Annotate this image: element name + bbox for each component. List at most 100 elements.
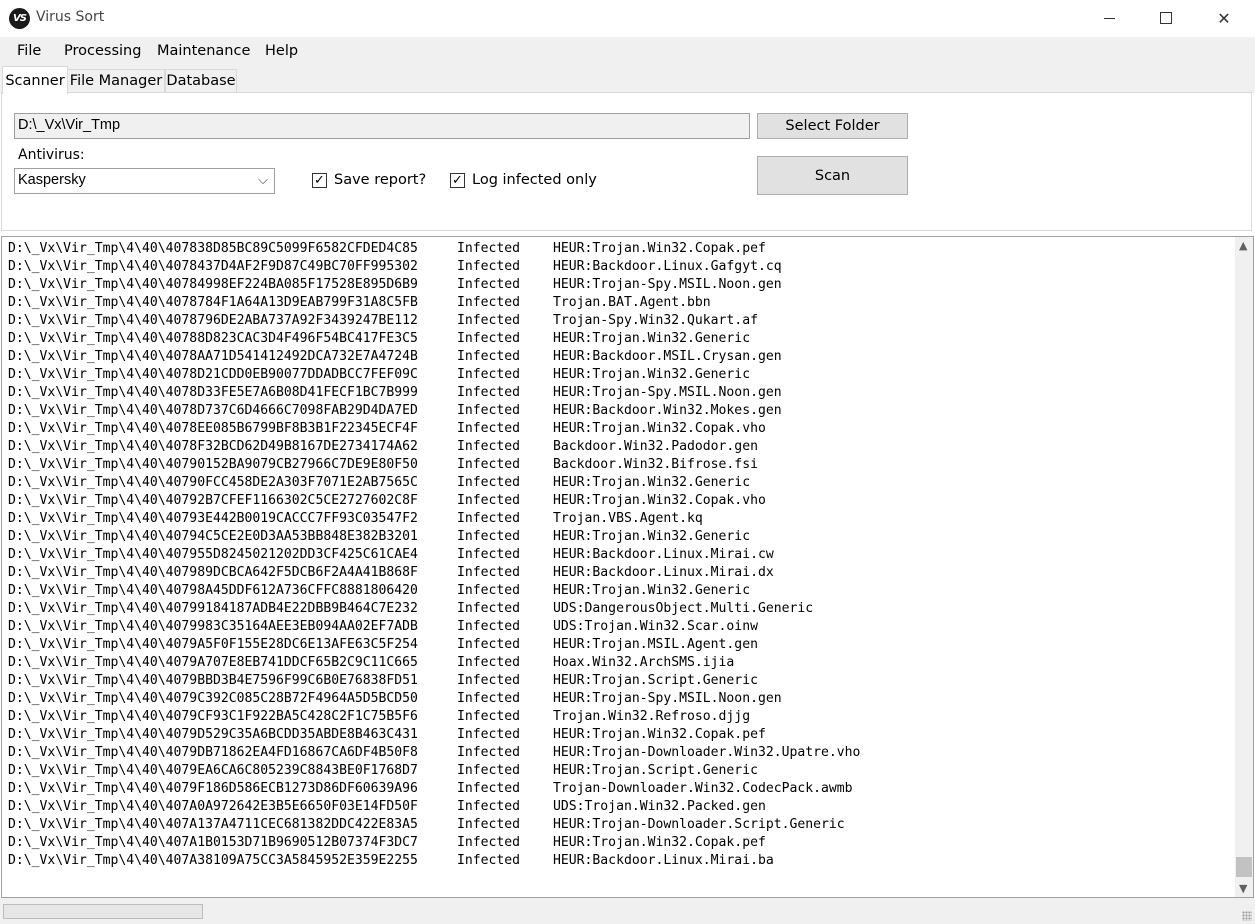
result-threat: HEUR:Trojan.MSIL.Agent.gen: [553, 637, 758, 652]
result-status: Infected: [457, 259, 521, 274]
folder-path-input[interactable]: D:\_Vx\Vir_Tmp: [14, 113, 750, 139]
result-threat: Trojan.VBS.Agent.kq: [553, 511, 703, 526]
menu-file[interactable]: File: [17, 43, 41, 59]
minimize-button[interactable]: [1086, 0, 1132, 36]
result-threat: Backdoor.Win32.Padodor.gen: [553, 439, 758, 454]
result-status: Infected: [457, 277, 521, 292]
result-status: Infected: [457, 493, 521, 508]
result-path: D:\_Vx\Vir_Tmp\4\40\407A137A4711CEC68138…: [8, 817, 418, 832]
result-path: D:\_Vx\Vir_Tmp\4\40\40788D823CAC3D4F496F…: [8, 331, 418, 346]
vertical-scrollbar[interactable]: ▲ ▼: [1235, 237, 1253, 897]
result-path: D:\_Vx\Vir_Tmp\4\40\40790FCC458DE2A303F7…: [8, 475, 418, 490]
result-path: D:\_Vx\Vir_Tmp\4\40\40793E442B0019CACCC7…: [8, 511, 418, 526]
result-status: Infected: [457, 403, 521, 418]
result-path: D:\_Vx\Vir_Tmp\4\40\4079BBD3B4E7596F99C6…: [8, 673, 418, 688]
result-threat: HEUR:Backdoor.Linux.Mirai.cw: [553, 547, 774, 562]
result-path: D:\_Vx\Vir_Tmp\4\40\4078AA71D541412492DC…: [8, 349, 418, 364]
result-path: D:\_Vx\Vir_Tmp\4\40\407A1B0153D71B969051…: [8, 835, 418, 850]
tab-database[interactable]: Database: [165, 69, 237, 92]
result-path: D:\_Vx\Vir_Tmp\4\40\4079D529C35A6BCDD35A…: [8, 727, 418, 742]
result-path: D:\_Vx\Vir_Tmp\4\40\40798A45DDF612A736CF…: [8, 583, 418, 598]
result-path: D:\_Vx\Vir_Tmp\4\40\4079DB71862EA4FD1686…: [8, 745, 418, 760]
result-status: Infected: [457, 853, 521, 868]
app-logo-icon: VS: [9, 8, 30, 29]
scan-button[interactable]: Scan: [757, 156, 908, 195]
result-path: D:\_Vx\Vir_Tmp\4\40\4079A5F0F155E28DC6E1…: [8, 637, 418, 652]
result-threat: HEUR:Trojan.Script.Generic: [553, 763, 758, 778]
result-status: Infected: [457, 745, 521, 760]
result-status: Infected: [457, 313, 521, 328]
save-report-label[interactable]: Save report?: [334, 172, 426, 188]
tab-scanner[interactable]: Scanner: [2, 66, 68, 94]
result-path: D:\_Vx\Vir_Tmp\4\40\4078EE085B6799BF8B3B…: [8, 421, 418, 436]
result-path: D:\_Vx\Vir_Tmp\4\40\4078796DE2ABA737A92F…: [8, 313, 418, 328]
result-status: Infected: [457, 421, 521, 436]
result-status: Infected: [457, 673, 521, 688]
result-status: Infected: [457, 691, 521, 706]
result-path: D:\_Vx\Vir_Tmp\4\40\4079EA6CA6C805239C88…: [8, 763, 418, 778]
result-status: Infected: [457, 817, 521, 832]
result-threat: HEUR:Trojan.Win32.Copak.vho: [553, 421, 766, 436]
result-path: D:\_Vx\Vir_Tmp\4\40\4078D21CDD0EB90077DD…: [8, 367, 418, 382]
result-path: D:\_Vx\Vir_Tmp\4\40\4078437D4AF2F9D87C49…: [8, 259, 418, 274]
maximize-icon: [1160, 12, 1172, 24]
result-threat: HEUR:Trojan-Spy.MSIL.Noon.gen: [553, 385, 782, 400]
result-status: Infected: [457, 655, 521, 670]
result-path: D:\_Vx\Vir_Tmp\4\40\40784998EF224BA085F1…: [8, 277, 418, 292]
result-status: Infected: [457, 601, 521, 616]
result-path: D:\_Vx\Vir_Tmp\4\40\40790152BA9079CB2796…: [8, 457, 418, 472]
save-report-checkbox[interactable]: ✓: [312, 173, 327, 188]
result-status: Infected: [457, 835, 521, 850]
result-status: Infected: [457, 457, 521, 472]
resize-grip-icon[interactable]: [1242, 911, 1252, 921]
scroll-thumb[interactable]: [1236, 857, 1252, 877]
results-log[interactable]: D:\_Vx\Vir_Tmp\4\40\407838D85BC89C5099F6…: [1, 236, 1254, 898]
progress-bar: [3, 904, 203, 919]
result-status: Infected: [457, 511, 521, 526]
result-threat: HEUR:Trojan-Spy.MSIL.Noon.gen: [553, 691, 782, 706]
status-bar: [0, 898, 1255, 924]
select-folder-button[interactable]: Select Folder: [757, 113, 908, 139]
result-path: D:\_Vx\Vir_Tmp\4\40\40799184187ADB4E22DB…: [8, 601, 418, 616]
result-threat: HEUR:Trojan.Win32.Copak.pef: [553, 727, 766, 742]
result-threat: UDS:Trojan.Win32.Packed.gen: [553, 799, 766, 814]
result-status: Infected: [457, 583, 521, 598]
checkmark-icon: ✓: [452, 173, 463, 188]
maximize-button[interactable]: [1143, 0, 1189, 36]
menu-processing[interactable]: Processing: [64, 43, 141, 59]
tab-file-manager[interactable]: File Manager: [67, 69, 165, 92]
scroll-up-icon[interactable]: ▲: [1239, 239, 1247, 252]
result-status: Infected: [457, 475, 521, 490]
result-threat: HEUR:Backdoor.MSIL.Crysan.gen: [553, 349, 782, 364]
result-threat: HEUR:Trojan.Win32.Generic: [553, 367, 751, 382]
result-threat: HEUR:Trojan.Win32.Generic: [553, 529, 751, 544]
result-threat: HEUR:Trojan.Win32.Generic: [553, 475, 751, 490]
result-status: Infected: [457, 727, 521, 742]
result-status: Infected: [457, 331, 521, 346]
result-path: D:\_Vx\Vir_Tmp\4\40\407A38109A75CC3A5845…: [8, 853, 418, 868]
result-status: Infected: [457, 547, 521, 562]
log-infected-checkbox[interactable]: ✓: [450, 173, 465, 188]
result-status: Infected: [457, 763, 521, 778]
result-status: Infected: [457, 385, 521, 400]
result-path: D:\_Vx\Vir_Tmp\4\40\4078D737C6D4666C7098…: [8, 403, 418, 418]
result-path: D:\_Vx\Vir_Tmp\4\40\4078F32BCD62D49B8167…: [8, 439, 418, 454]
log-infected-label[interactable]: Log infected only: [472, 172, 597, 188]
menu-help[interactable]: Help: [265, 43, 298, 59]
antivirus-select[interactable]: Kaspersky ⌵: [14, 168, 275, 194]
scroll-down-icon[interactable]: ▼: [1239, 882, 1247, 895]
result-threat: HEUR:Backdoor.Win32.Mokes.gen: [553, 403, 782, 418]
result-threat: HEUR:Backdoor.Linux.Mirai.dx: [553, 565, 774, 580]
result-path: D:\_Vx\Vir_Tmp\4\40\40792B7CFEF1166302C5…: [8, 493, 418, 508]
close-button[interactable]: ✕: [1201, 0, 1247, 36]
result-path: D:\_Vx\Vir_Tmp\4\40\4079983C35164AEE3EB0…: [8, 619, 418, 634]
result-path: D:\_Vx\Vir_Tmp\4\40\4079F186D586ECB1273D…: [8, 781, 418, 796]
menu-maintenance[interactable]: Maintenance: [157, 43, 250, 59]
result-threat: Trojan.BAT.Agent.bbn: [553, 295, 711, 310]
result-threat: Trojan-Spy.Win32.Qukart.af: [553, 313, 758, 328]
antivirus-label: Antivirus:: [18, 147, 85, 163]
result-threat: HEUR:Trojan.Win32.Generic: [553, 583, 751, 598]
result-path: D:\_Vx\Vir_Tmp\4\40\4078D33FE5E7A6B08D41…: [8, 385, 418, 400]
result-status: Infected: [457, 799, 521, 814]
result-threat: HEUR:Trojan.Win32.Copak.pef: [553, 835, 766, 850]
